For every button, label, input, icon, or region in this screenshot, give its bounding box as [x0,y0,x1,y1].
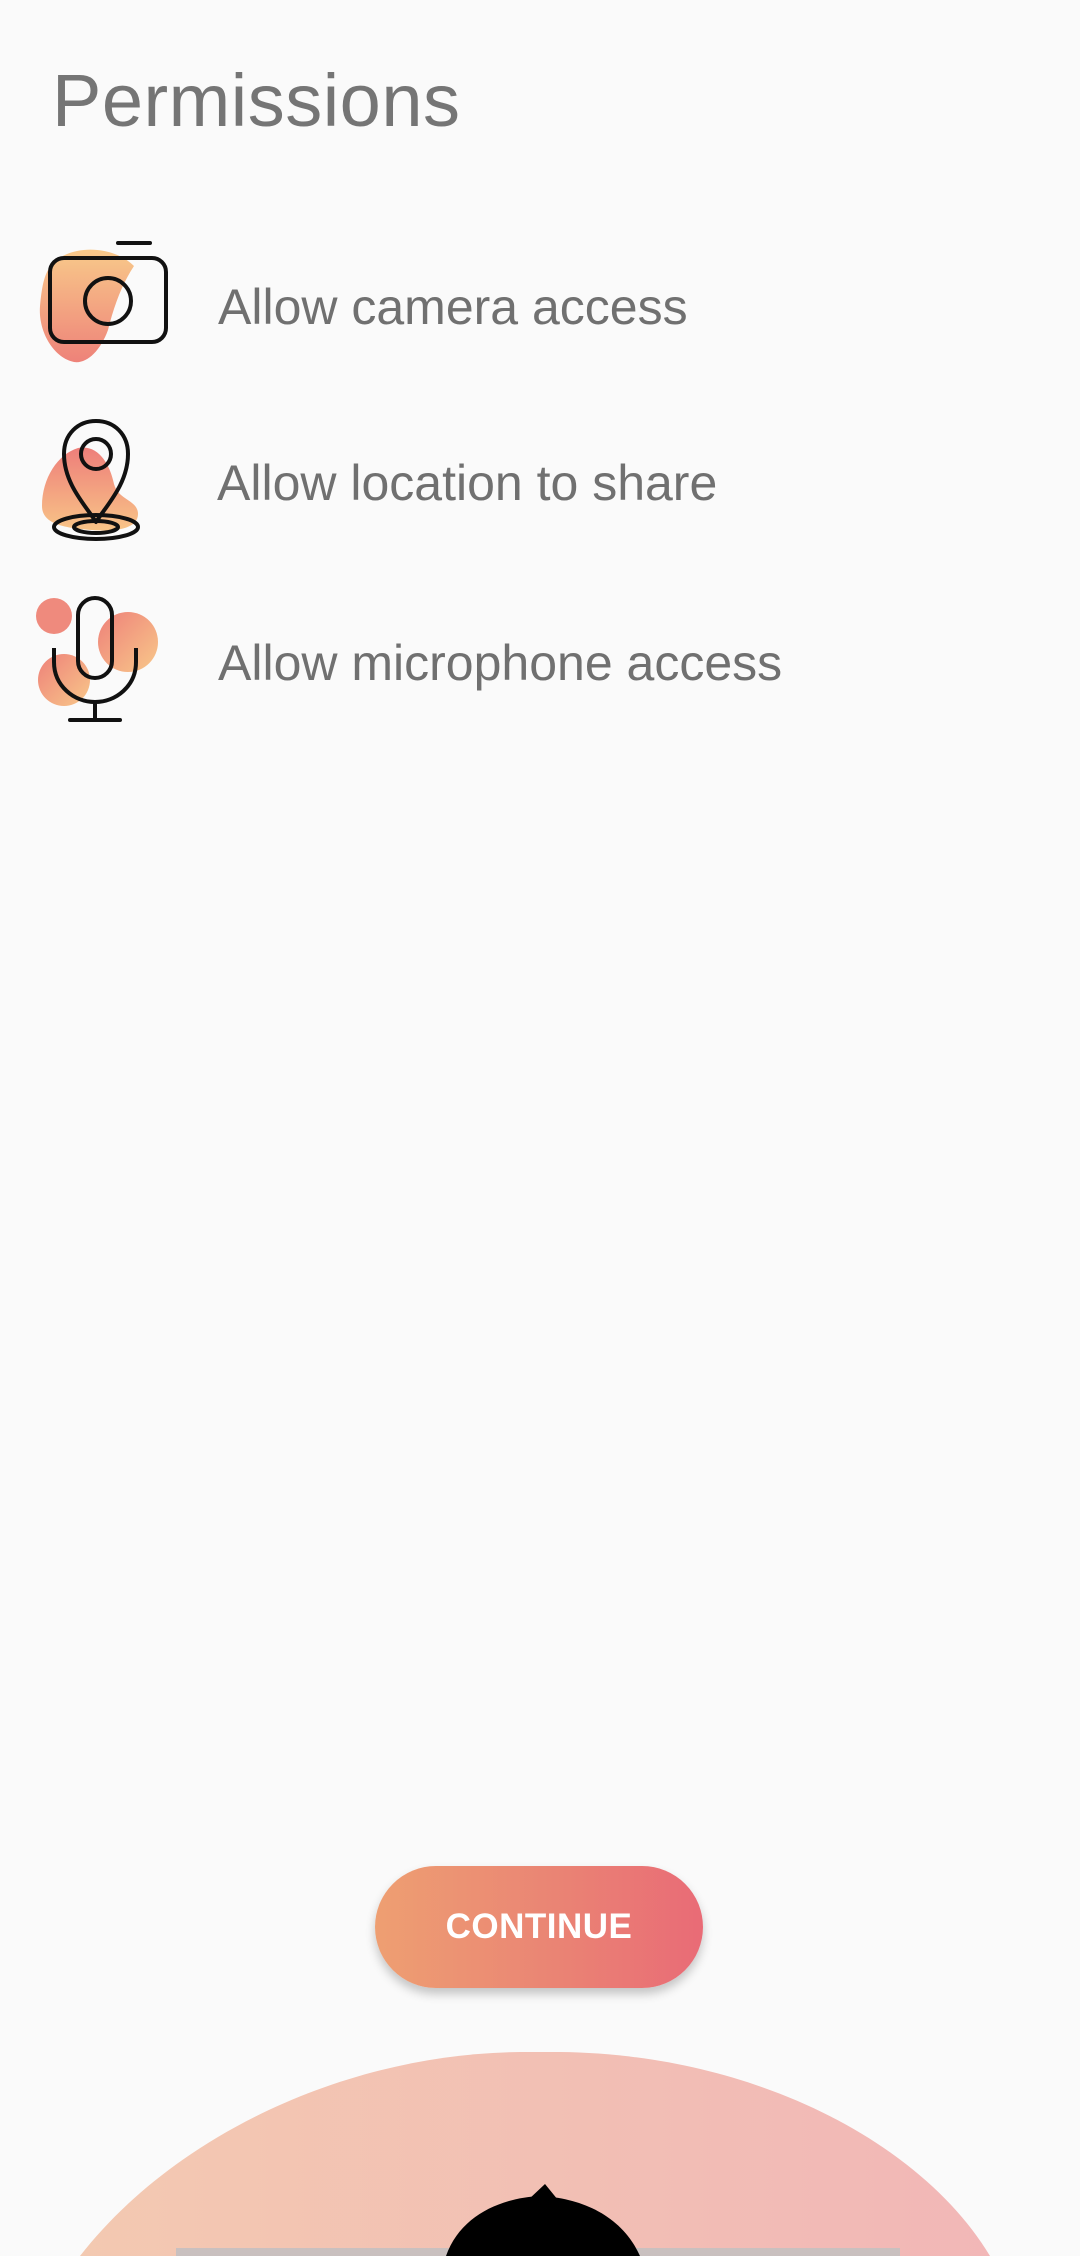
permission-label: Allow microphone access [218,635,783,691]
permission-label: Allow location to share [217,455,718,511]
permissions-screen: Permissions Allow camera access Allow lo… [0,0,1080,2256]
permission-item-camera[interactable]: Allow camera access [36,236,1036,376]
location-pin-icon [36,414,176,554]
microphone-icon [36,590,176,730]
continue-button[interactable]: CONTINUE [375,1866,703,1988]
permission-label: Allow camera access [218,279,688,335]
bottom-illustration [0,2040,1080,2256]
camera-icon [36,236,176,376]
permission-item-microphone[interactable]: Allow microphone access [36,590,1036,730]
permission-item-location[interactable]: Allow location to share [36,414,1036,554]
page-title: Permissions [52,59,461,142]
